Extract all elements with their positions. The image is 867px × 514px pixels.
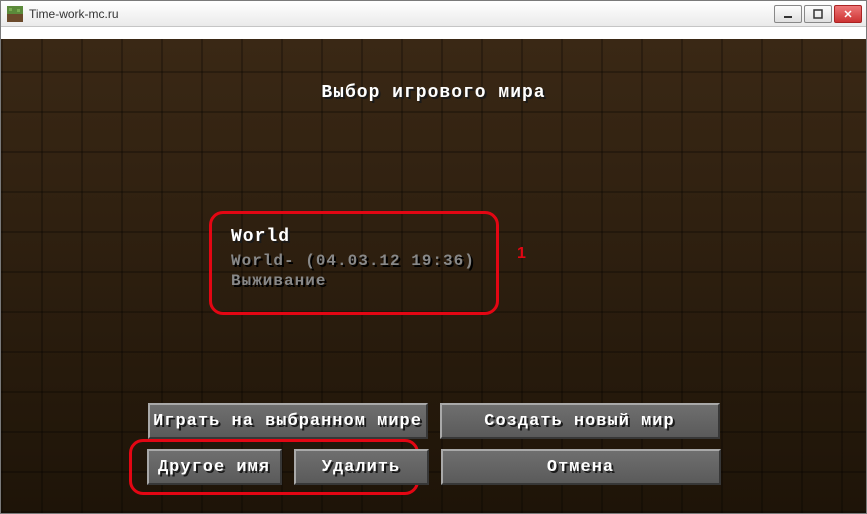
minimize-button[interactable] bbox=[774, 5, 802, 23]
game-area: Выбор игрового мира World World- (04.03.… bbox=[1, 39, 866, 513]
world-detail: World- (04.03.12 19:36) bbox=[231, 251, 475, 271]
create-new-button[interactable]: Создать новый мир bbox=[440, 403, 720, 439]
delete-button[interactable]: Удалить bbox=[294, 449, 429, 485]
maximize-button[interactable] bbox=[804, 5, 832, 23]
app-icon bbox=[7, 6, 23, 22]
titlebar: Time-work-mc.ru bbox=[1, 1, 866, 27]
annotation-number-1: 1 bbox=[517, 245, 526, 263]
window-title: Time-work-mc.ru bbox=[29, 7, 119, 21]
world-name: World bbox=[231, 227, 475, 247]
title-left: Time-work-mc.ru bbox=[7, 6, 119, 22]
button-row-2: Другое имя Удалить Отмена bbox=[1, 449, 866, 485]
world-mode: Выживание bbox=[231, 271, 475, 291]
button-area: Играть на выбранном мире Создать новый м… bbox=[1, 403, 866, 513]
close-button[interactable] bbox=[834, 5, 862, 23]
play-selected-button[interactable]: Играть на выбранном мире bbox=[148, 403, 428, 439]
window-controls bbox=[774, 5, 866, 23]
screen-title: Выбор игрового мира bbox=[1, 83, 866, 103]
window-frame: Time-work-mc.ru Выбор игрового мира Worl… bbox=[0, 0, 867, 514]
cancel-button[interactable]: Отмена bbox=[441, 449, 721, 485]
world-list-item[interactable]: World World- (04.03.12 19:36) Выживание bbox=[219, 219, 487, 299]
button-row-1: Играть на выбранном мире Создать новый м… bbox=[1, 403, 866, 439]
rename-button[interactable]: Другое имя bbox=[147, 449, 282, 485]
